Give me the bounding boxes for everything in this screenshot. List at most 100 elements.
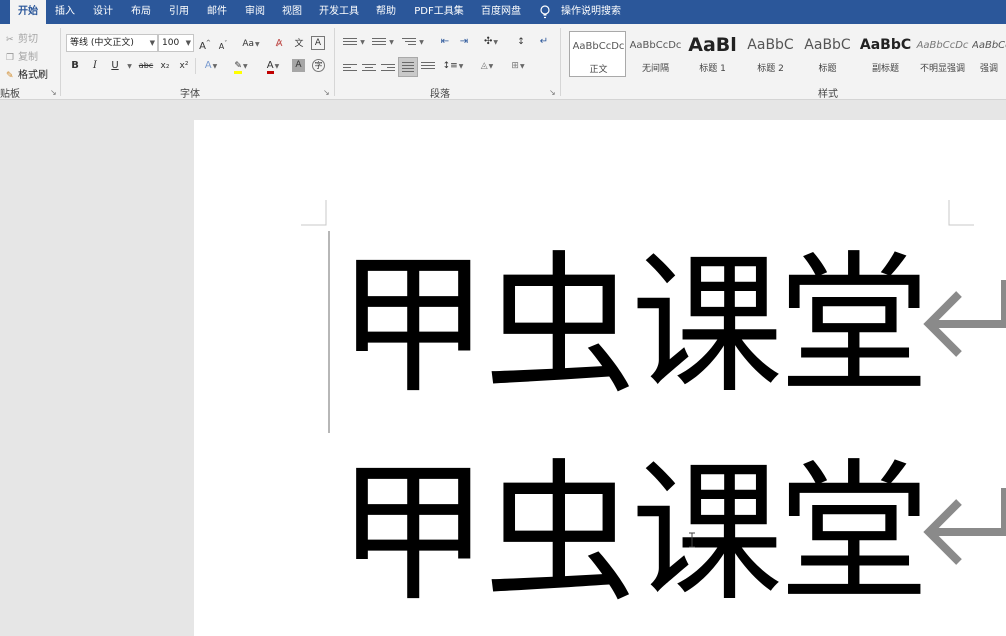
style-no-spacing[interactable]: AaBbCcDc 无间隔 xyxy=(627,31,684,77)
strikethrough-button[interactable]: abc xyxy=(138,58,154,74)
style-heading-1[interactable]: AaBl 标题 1 xyxy=(684,31,741,77)
tab-references[interactable]: 引用 xyxy=(164,0,194,24)
font-color-icon: A xyxy=(266,60,274,74)
tab-home[interactable]: 开始 xyxy=(10,0,46,24)
style-name: 标题 xyxy=(818,64,837,74)
margin-corner-mark xyxy=(948,200,974,226)
underline-dropdown[interactable]: ▼ xyxy=(124,58,134,74)
multilevel-list-dropdown[interactable]: ▼ xyxy=(417,34,425,50)
sort-button[interactable]: ↕ xyxy=(514,34,528,50)
styles-gallery: AaBbCcDc 正文 AaBbCcDc 无间隔 AaBl 标题 1 AaBbC… xyxy=(566,27,1006,83)
change-case-button[interactable]: Aa▼ xyxy=(238,36,264,52)
character-shading-button[interactable]: A xyxy=(292,59,305,72)
increase-indent-button[interactable]: ⇥ xyxy=(457,34,471,50)
paragraph-text[interactable]: 甲虫课堂 xyxy=(337,237,930,414)
ribbon-tab-bar: 开始 插入 设计 布局 引用 邮件 审阅 视图 开发工具 帮助 PDF工具集 百… xyxy=(0,0,1006,24)
tab-developer[interactable]: 开发工具 xyxy=(314,0,364,24)
clear-formatting-button[interactable]: A̷ xyxy=(272,36,286,52)
style-name: 不明显强调 xyxy=(919,64,965,74)
borders-button[interactable]: ⊞▼ xyxy=(507,58,529,74)
tab-view[interactable]: 视图 xyxy=(277,0,307,24)
bullets-dropdown[interactable]: ▼ xyxy=(358,34,366,50)
line-spacing-button[interactable]: ↕≡▼ xyxy=(442,58,464,74)
paragraph-launcher-icon[interactable]: ↘ xyxy=(549,88,556,97)
paint-bucket-icon: ◬ xyxy=(480,61,488,71)
subscript-button[interactable]: x₂ xyxy=(158,58,172,74)
distributed-button[interactable] xyxy=(421,60,435,72)
chevron-down-icon: ▼ xyxy=(274,63,280,70)
decrease-indent-button[interactable]: ⇤ xyxy=(438,34,452,50)
highlight-color-button[interactable]: ✎▼ xyxy=(228,58,254,74)
chevron-down-icon: ▼ xyxy=(389,39,394,46)
phonetic-guide-button[interactable]: 文 xyxy=(292,36,306,52)
tab-help[interactable]: 帮助 xyxy=(371,0,401,24)
align-left-button[interactable] xyxy=(343,62,357,74)
tab-layout[interactable]: 布局 xyxy=(126,0,156,24)
align-center-button[interactable] xyxy=(362,62,376,74)
tab-pdf-tools[interactable]: PDF工具集 xyxy=(410,0,468,24)
chevron-down-icon: ▼ xyxy=(127,63,132,70)
chevron-down-icon: ▼ xyxy=(419,39,424,46)
borders-icon: ⊞ xyxy=(511,61,519,71)
copy-button[interactable]: ❐ 复制 xyxy=(6,48,38,63)
group-divider xyxy=(195,58,196,74)
shading-button[interactable]: ◬▼ xyxy=(476,58,498,74)
group-divider xyxy=(560,28,561,96)
superscript-button[interactable]: x² xyxy=(177,58,191,74)
cut-button[interactable]: ✂ 剪切 xyxy=(6,30,38,45)
bold-button[interactable]: B xyxy=(68,58,82,74)
style-normal[interactable]: AaBbCcDc 正文 xyxy=(569,31,626,77)
font-launcher-icon[interactable]: ↘ xyxy=(323,88,330,97)
numbering-dropdown[interactable]: ▼ xyxy=(387,34,395,50)
paragraph-mark-icon xyxy=(923,488,1006,565)
enclosed-character-button[interactable]: 字 xyxy=(312,59,325,72)
paragraph-text[interactable]: 甲虫课堂 xyxy=(337,445,930,622)
style-subtle-emphasis[interactable]: AaBbCcDc 不明显强调 xyxy=(914,31,971,77)
document-page[interactable]: 甲虫课堂 甲虫课堂 xyxy=(194,120,1006,636)
tab-insert[interactable]: 插入 xyxy=(50,0,80,24)
style-sample: AaBbCcDc xyxy=(629,40,682,51)
document-paragraph[interactable]: 甲虫课堂 xyxy=(337,246,1006,406)
tab-baidu-netdisk[interactable]: 百度网盘 xyxy=(476,0,526,24)
font-name-value: 等线 (中文正文) xyxy=(70,38,134,48)
tell-me-search[interactable]: 操作说明搜索 xyxy=(556,0,626,24)
style-heading-2[interactable]: AaBbC 标题 2 xyxy=(742,31,799,77)
font-size-combo[interactable]: 100 ▼ xyxy=(158,34,194,52)
font-color-button[interactable]: A▼ xyxy=(260,58,286,74)
group-divider xyxy=(60,28,61,96)
text-boundary-line xyxy=(328,231,330,433)
change-case-label: Aa xyxy=(242,39,255,49)
italic-button[interactable]: I xyxy=(88,58,102,74)
style-name: 无间隔 xyxy=(641,64,669,74)
style-sample: AaBbC xyxy=(747,37,794,53)
copy-icon: ❐ xyxy=(6,53,15,63)
tab-mailings[interactable]: 邮件 xyxy=(202,0,232,24)
style-emphasis[interactable]: AaBbCc 强调 xyxy=(972,31,1006,77)
justify-button[interactable] xyxy=(398,57,418,77)
show-formatting-marks-button[interactable]: ↵ xyxy=(537,34,551,50)
document-paragraph[interactable]: 甲虫课堂 xyxy=(337,454,1006,614)
styles-group-label: 样式 xyxy=(818,89,838,100)
format-painter-button[interactable]: ✎ 格式刷 xyxy=(6,66,48,81)
bullets-button[interactable] xyxy=(343,36,357,48)
style-sample: AaBl xyxy=(688,34,737,56)
style-sample: AaBbCc xyxy=(972,40,1006,51)
text-effects-button[interactable]: A▼ xyxy=(200,58,222,74)
enclose-characters-button[interactable]: A xyxy=(311,36,325,50)
grow-font-button[interactable]: A^ xyxy=(198,36,212,52)
font-name-combo[interactable]: 等线 (中文正文) ▼ xyxy=(66,34,158,52)
underline-button[interactable]: U xyxy=(108,58,122,74)
tab-design[interactable]: 设计 xyxy=(88,0,118,24)
document-canvas[interactable]: 甲虫课堂 甲虫课堂 xyxy=(0,101,1006,636)
shrink-font-button[interactable]: Aˇ xyxy=(216,36,230,52)
align-right-button[interactable] xyxy=(381,62,395,74)
tab-review[interactable]: 审阅 xyxy=(240,0,270,24)
clipboard-launcher-icon[interactable]: ↘ xyxy=(50,88,57,97)
style-subtitle[interactable]: AaBbC 副标题 xyxy=(857,31,914,77)
multilevel-list-button[interactable] xyxy=(402,36,416,48)
style-name: 强调 xyxy=(980,64,999,74)
character-border-icon: A xyxy=(314,38,322,48)
chinese-layout-button[interactable]: ✣▼ xyxy=(480,34,502,50)
numbering-button[interactable] xyxy=(372,36,386,48)
style-title[interactable]: AaBbC 标题 xyxy=(799,31,856,77)
